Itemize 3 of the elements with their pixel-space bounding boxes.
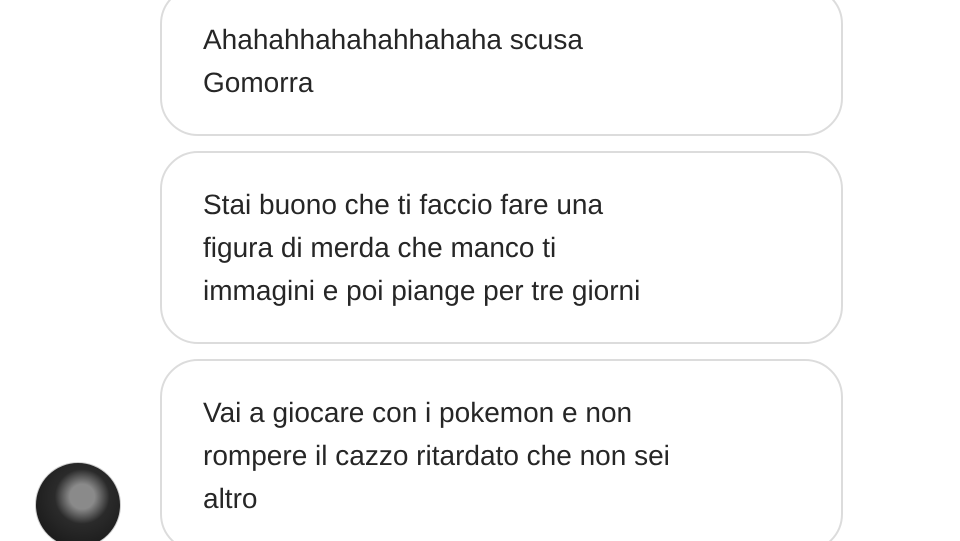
message-bubble: Stai buono che ti faccio fare una figura di merda che manco ti immagini e poi piange per tre giorni: [160, 151, 843, 344]
message-bubble: Vai a giocare con i pokemon e non rompere il cazzo ritardato che non sei altro: [160, 359, 843, 541]
message-bubble: Ahahahhahahahhahaha scusa Gomorra: [160, 0, 843, 136]
